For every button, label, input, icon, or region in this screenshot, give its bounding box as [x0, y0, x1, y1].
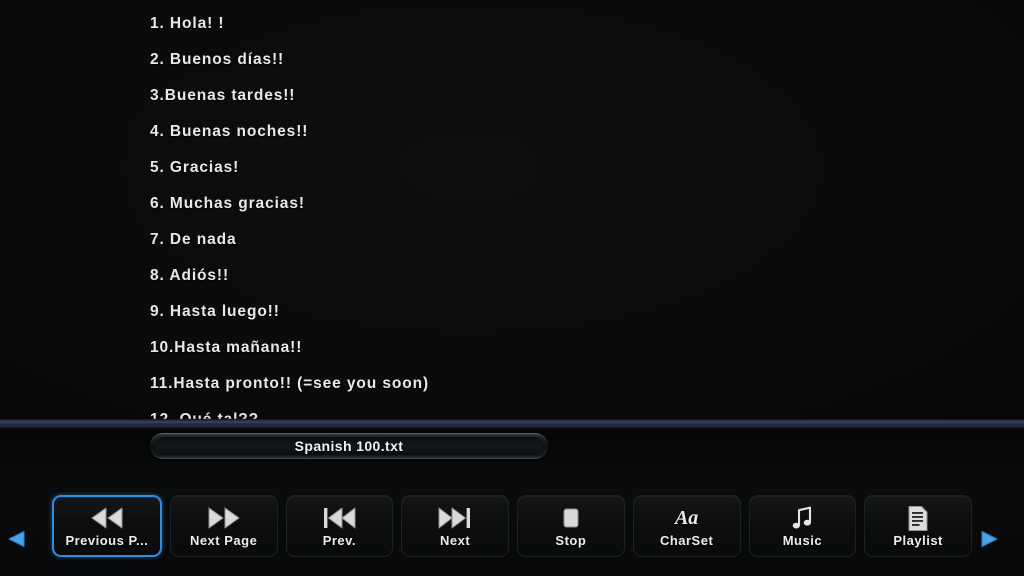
rewind-icon — [89, 504, 125, 532]
charset-aa-icon: Aa — [674, 506, 699, 529]
text-line: 11.Hasta pronto!! (=see you soon) — [150, 375, 430, 392]
button-next[interactable]: Next — [401, 495, 509, 557]
text-line: 8. Adiós!! — [150, 267, 230, 284]
stop-icon — [559, 504, 583, 532]
text-line: 9. Hasta luego!! — [150, 303, 280, 320]
text-line: 2. Buenos días!! — [150, 51, 285, 68]
filename-bar[interactable]: Spanish 100.txt — [150, 433, 548, 459]
button-label: Next Page — [189, 533, 258, 548]
music-note-icon — [790, 504, 814, 532]
button-prev[interactable]: Prev. — [285, 495, 394, 557]
arrow-left-icon[interactable] — [6, 528, 28, 550]
button-music[interactable]: Music — [748, 495, 857, 557]
button-label: Prev. — [322, 533, 357, 548]
text-viewer[interactable]: 1. Hola! ! 2. Buenos días!! 3.Buenas tar… — [0, 0, 1024, 420]
panel-divider — [0, 419, 1024, 429]
text-line: 6. Muchas gracias! — [150, 195, 305, 212]
text-content: 1. Hola! ! 2. Buenos días!! 3.Buenas tar… — [150, 6, 990, 420]
button-label: Stop — [555, 533, 587, 548]
playlist-document-icon — [907, 504, 929, 532]
device-screen: 1. Hola! ! 2. Buenos días!! 3.Buenas tar… — [0, 0, 1024, 576]
button-label: CharSet — [659, 533, 714, 548]
button-label: Music — [782, 533, 823, 548]
text-line: 5. Gracias! — [150, 159, 240, 176]
toolbar: Previous P... Next Page Prev. Next Stop … — [52, 495, 972, 559]
text-line: 1. Hola! ! — [150, 15, 225, 32]
text-line: 12. Qué tal?? — [150, 411, 260, 420]
button-label: Playlist — [893, 533, 943, 548]
fast-forward-icon — [206, 504, 242, 532]
button-playlist[interactable]: Playlist — [864, 495, 972, 557]
control-panel: Spanish 100.txt Previous P... Next Page … — [0, 429, 1024, 576]
text-line: 3.Buenas tardes!! — [150, 87, 296, 104]
text-line: 10.Hasta mañana!! — [150, 339, 303, 356]
button-charset[interactable]: Aa CharSet — [632, 495, 741, 557]
arrow-right-icon[interactable] — [978, 528, 1000, 550]
button-label: Next — [440, 533, 471, 548]
button-previous-page[interactable]: Previous P... — [52, 495, 162, 557]
text-line: 7. De nada — [150, 231, 237, 248]
text-line: 4. Buenas noches!! — [150, 123, 309, 140]
button-label: Previous P... — [65, 533, 149, 548]
button-next-page[interactable]: Next Page — [169, 495, 278, 557]
skip-next-icon — [437, 504, 473, 532]
button-stop[interactable]: Stop — [517, 495, 625, 557]
filename-label: Spanish 100.txt — [294, 438, 404, 454]
skip-previous-icon — [321, 504, 357, 532]
